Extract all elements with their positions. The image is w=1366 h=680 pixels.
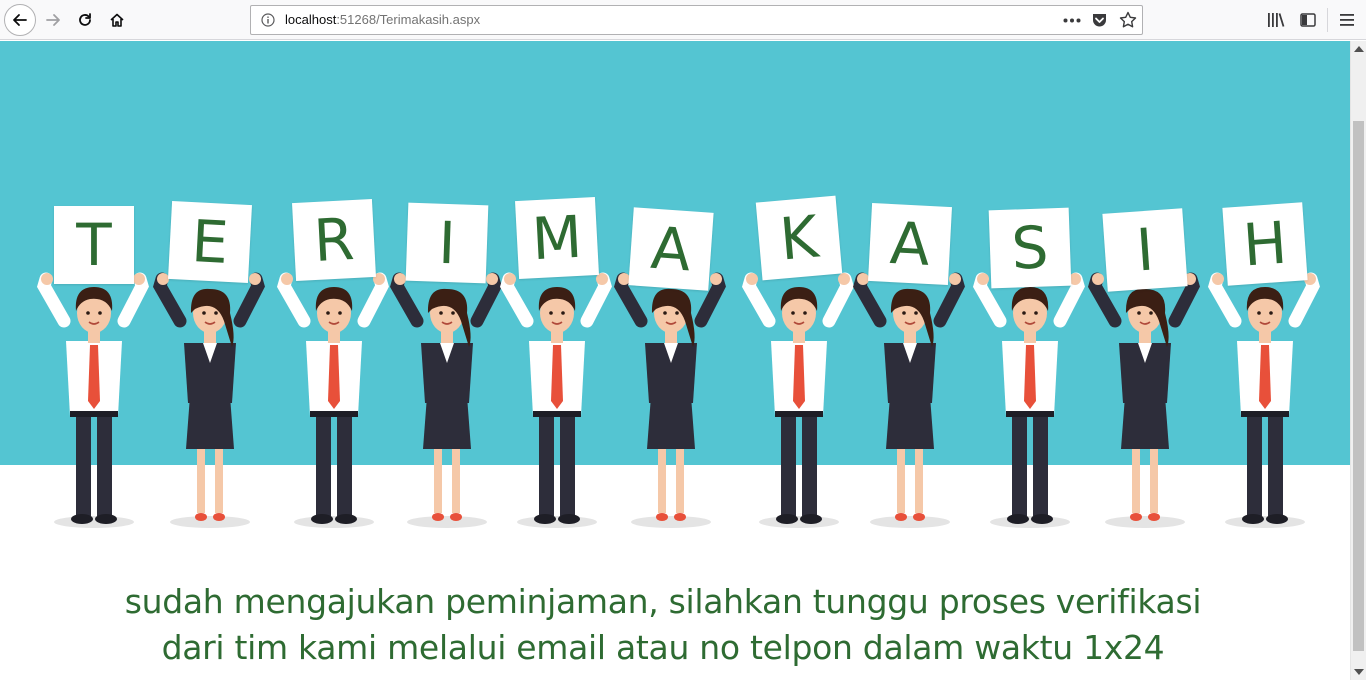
person-figure xyxy=(741,272,854,528)
message-line-1: sudah mengajukan peminjaman, silahkan tu… xyxy=(124,582,1202,621)
sidebar-button[interactable] xyxy=(1293,5,1323,35)
letter-sign: R xyxy=(292,198,376,282)
menu-icon xyxy=(1340,14,1354,26)
address-bar[interactable]: localhost:51268/Terimakasih.aspx xyxy=(250,5,1143,35)
letter-sign: T xyxy=(54,206,134,284)
message-line-2: dari tim kami melalui email atau no telp… xyxy=(161,628,1165,667)
person-figure xyxy=(276,272,389,528)
letter-sign: H xyxy=(1222,202,1308,286)
reload-button[interactable] xyxy=(70,5,100,35)
letter-sign: E xyxy=(168,200,252,284)
letter-sign: I xyxy=(405,202,489,284)
person-figure xyxy=(389,272,502,528)
forward-button[interactable] xyxy=(38,5,68,35)
sign-letter: A xyxy=(888,209,932,279)
person-figure xyxy=(1207,272,1320,528)
url-host: localhost xyxy=(285,12,337,27)
sign-letter: R xyxy=(312,204,356,276)
bookmark-star-icon[interactable] xyxy=(1119,11,1137,29)
library-icon xyxy=(1268,13,1285,27)
letter-sign: S xyxy=(988,207,1072,289)
letter-sign: K xyxy=(755,195,843,281)
person-figure xyxy=(499,272,612,528)
url-path: :51268/Terimakasih.aspx xyxy=(336,12,481,27)
confirmation-message: sudah mengajukan peminjaman, silahkan tu… xyxy=(0,579,1326,671)
letter-sign: A xyxy=(868,202,952,286)
back-icon xyxy=(13,14,27,26)
browser-toolbar: localhost:51268/Terimakasih.aspx xyxy=(0,0,1366,40)
home-button[interactable] xyxy=(102,5,132,35)
more-icon[interactable] xyxy=(1063,18,1081,23)
forward-icon xyxy=(46,14,60,26)
sign-letter: K xyxy=(777,202,821,274)
sign-letter: I xyxy=(1134,215,1156,285)
sign-letter: M xyxy=(530,202,584,274)
letter-sign: M xyxy=(515,196,599,280)
menu-button[interactable] xyxy=(1332,5,1362,35)
toolbar-separator xyxy=(1327,8,1328,32)
scroll-up-arrow-icon[interactable] xyxy=(1354,46,1364,52)
person-figure xyxy=(36,272,149,528)
page-content: TERIMAKASIH sudah mengajukan peminjaman,… xyxy=(0,41,1350,680)
info-icon[interactable] xyxy=(261,13,275,27)
person-figure xyxy=(1087,272,1200,528)
letter-sign: I xyxy=(1102,208,1188,292)
sign-letter: A xyxy=(648,213,694,285)
pocket-icon[interactable] xyxy=(1091,12,1108,29)
letter-sign: A xyxy=(628,207,714,291)
sign-letter: T xyxy=(76,211,112,279)
back-button[interactable] xyxy=(4,4,36,36)
scroll-down-arrow-icon[interactable] xyxy=(1354,669,1364,675)
person-figure xyxy=(152,272,265,528)
sidebar-icon xyxy=(1300,13,1316,27)
vertical-scrollbar[interactable] xyxy=(1350,41,1366,680)
person-figure xyxy=(972,272,1085,528)
sign-letter: S xyxy=(1010,213,1050,283)
sign-letter: I xyxy=(437,208,457,278)
scroll-thumb[interactable] xyxy=(1353,121,1364,651)
url-text[interactable]: localhost:51268/Terimakasih.aspx xyxy=(285,12,480,27)
person-figure xyxy=(852,272,965,528)
person-figure xyxy=(613,272,726,528)
sign-letter: E xyxy=(189,207,231,277)
sign-letter: H xyxy=(1240,208,1290,280)
people-illustration xyxy=(36,272,1320,528)
reload-icon xyxy=(79,13,91,26)
library-button[interactable] xyxy=(1261,5,1291,35)
home-icon xyxy=(110,13,124,27)
